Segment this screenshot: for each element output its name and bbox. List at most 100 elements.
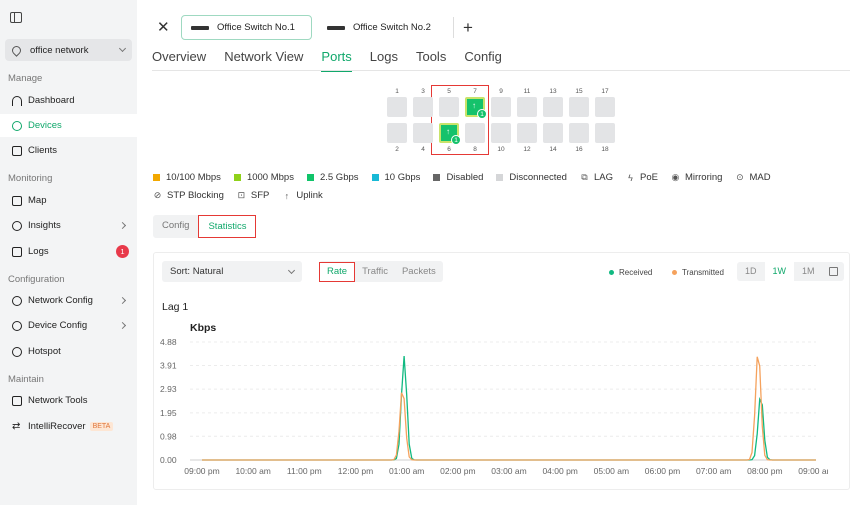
device-tab-switch-1[interactable]: Office Switch No.1 <box>181 15 312 40</box>
x-tick-label: 08:00 pm <box>747 466 782 476</box>
range-1d[interactable]: 1D <box>737 262 765 281</box>
sidebar-item-clients[interactable]: Clients <box>0 139 137 162</box>
metric-traffic[interactable]: Traffic <box>355 261 395 282</box>
y-tick-label: 1.95 <box>160 408 177 418</box>
chevron-down-icon <box>287 266 296 274</box>
port-6[interactable]: ↑ 1 <box>439 123 461 145</box>
tab-overview[interactable]: Overview <box>152 49 206 72</box>
port-7[interactable]: ↑ 1 <box>465 97 487 119</box>
port-8[interactable] <box>465 123 485 143</box>
legend-swatch <box>371 174 379 181</box>
legend-swatch <box>233 174 241 181</box>
port-17[interactable] <box>595 97 615 117</box>
legend-label: MAD <box>749 172 771 183</box>
device-tab-switch-2[interactable]: Office Switch No.2 <box>317 15 451 40</box>
port-number-label: 13 <box>549 88 557 95</box>
sidebar-item-devices[interactable]: Devices <box>0 114 137 137</box>
sort-select[interactable]: Sort: Natural <box>162 261 302 282</box>
legend-item: ⊘ STP Blocking <box>153 190 224 201</box>
legend-received: Received <box>609 268 652 277</box>
lag-highlight-box <box>431 85 489 155</box>
transmitted-dot <box>672 270 677 275</box>
port-13[interactable] <box>543 97 563 117</box>
close-icon[interactable]: ✕ <box>157 20 170 35</box>
sidebar-item-logs[interactable]: Logs 1 <box>0 240 137 263</box>
dashboard-icon <box>12 95 22 106</box>
sidebar-item-intellirecover[interactable]: ⇄ IntelliRecover BETA <box>0 415 137 438</box>
sidebar-toggle-icon[interactable] <box>10 12 22 23</box>
legend-item: ↑ Uplink <box>282 190 323 201</box>
uplink-arrow-icon: ↑ <box>472 101 476 110</box>
calendar-icon[interactable] <box>828 267 838 276</box>
add-tab-icon[interactable]: + <box>457 17 479 39</box>
range-1m[interactable]: 1M <box>794 262 823 281</box>
port-11[interactable] <box>517 97 537 117</box>
legend-item: 2.5 Gbps <box>306 172 359 183</box>
port-15[interactable] <box>569 97 589 117</box>
x-tick-label: 06:00 pm <box>645 466 680 476</box>
range-1w[interactable]: 1W <box>764 262 795 281</box>
tab-ports[interactable]: Ports <box>321 49 352 72</box>
port-14[interactable] <box>543 123 563 143</box>
port-9[interactable] <box>491 97 511 117</box>
section-monitoring: Monitoring <box>8 173 53 184</box>
y-tick-label: 4.88 <box>160 337 177 347</box>
port-16[interactable] <box>569 123 589 143</box>
tab-logs[interactable]: Logs <box>370 49 398 72</box>
x-tick-label: 09:00 am <box>798 466 828 476</box>
port-3[interactable] <box>413 97 433 117</box>
chevron-right-icon <box>118 221 127 230</box>
port-number-label: 6 <box>447 146 451 153</box>
site-selector[interactable]: office network <box>5 39 132 61</box>
metric-packets[interactable]: Packets <box>395 261 443 282</box>
legend-swatch <box>153 174 160 181</box>
port-number-label: 15 <box>575 88 583 95</box>
x-tick-label: 05:00 am <box>594 466 629 476</box>
sidebar-item-map[interactable]: Map <box>0 189 137 212</box>
chart-unit: Kbps <box>190 322 217 334</box>
sidebar-item-label: Devices <box>28 120 62 131</box>
sidebar-item-insights[interactable]: Insights <box>0 214 137 237</box>
port-number-label: 8 <box>473 146 477 153</box>
port-10[interactable] <box>491 123 511 143</box>
lag-icon: ⧉ <box>581 172 588 182</box>
legend-item: ⊡ SFP <box>237 190 270 201</box>
sidebar-item-device-config[interactable]: Device Config <box>0 314 137 337</box>
sidebar-item-hotspot[interactable]: Hotspot <box>0 340 137 363</box>
clients-icon <box>12 145 22 156</box>
sidebar-item-label: Clients <box>28 145 58 156</box>
port-number-label: 3 <box>421 88 425 95</box>
sidebar-item-dashboard[interactable]: Dashboard <box>0 89 137 112</box>
port-1[interactable] <box>387 97 407 117</box>
legend-label: Uplink <box>296 190 323 201</box>
port-18[interactable] <box>595 123 615 143</box>
time-range-selector: 1D 1W 1M <box>737 262 844 281</box>
port-4[interactable] <box>413 123 433 143</box>
map-icon <box>12 195 22 206</box>
tab-network-view[interactable]: Network View <box>224 49 303 72</box>
uplink-arrow-icon: ↑ <box>446 127 450 136</box>
device-tab-label: Office Switch No.1 <box>217 22 295 33</box>
port-5[interactable] <box>439 97 459 117</box>
legend-item: 10 Gbps <box>371 172 420 183</box>
tab-tools[interactable]: Tools <box>416 49 446 72</box>
transmitted-label: Transmitted <box>682 268 724 277</box>
x-tick-label: 10:00 am <box>235 466 270 476</box>
port-number-label: 14 <box>549 146 557 153</box>
legend-swatch <box>496 174 504 181</box>
legend-label: SFP <box>250 190 270 201</box>
stp-blocking-icon: ⊘ <box>153 190 162 200</box>
metric-rate[interactable]: Rate <box>319 261 356 282</box>
hotspot-icon <box>12 346 22 357</box>
legend-item: ϟ PoE <box>626 172 658 183</box>
site-name: office network <box>30 44 89 56</box>
port-12[interactable] <box>517 123 537 143</box>
sidebar-item-network-tools[interactable]: Network Tools <box>0 389 137 412</box>
subtab-config[interactable]: Config <box>153 215 198 238</box>
port-number-label: 12 <box>523 146 531 153</box>
sidebar-item-label: Network Tools <box>28 395 88 406</box>
tab-config[interactable]: Config <box>464 49 502 72</box>
port-2[interactable] <box>387 123 407 143</box>
subtab-statistics[interactable]: Statistics <box>198 215 257 238</box>
sidebar-item-network-config[interactable]: Network Config <box>0 289 137 312</box>
